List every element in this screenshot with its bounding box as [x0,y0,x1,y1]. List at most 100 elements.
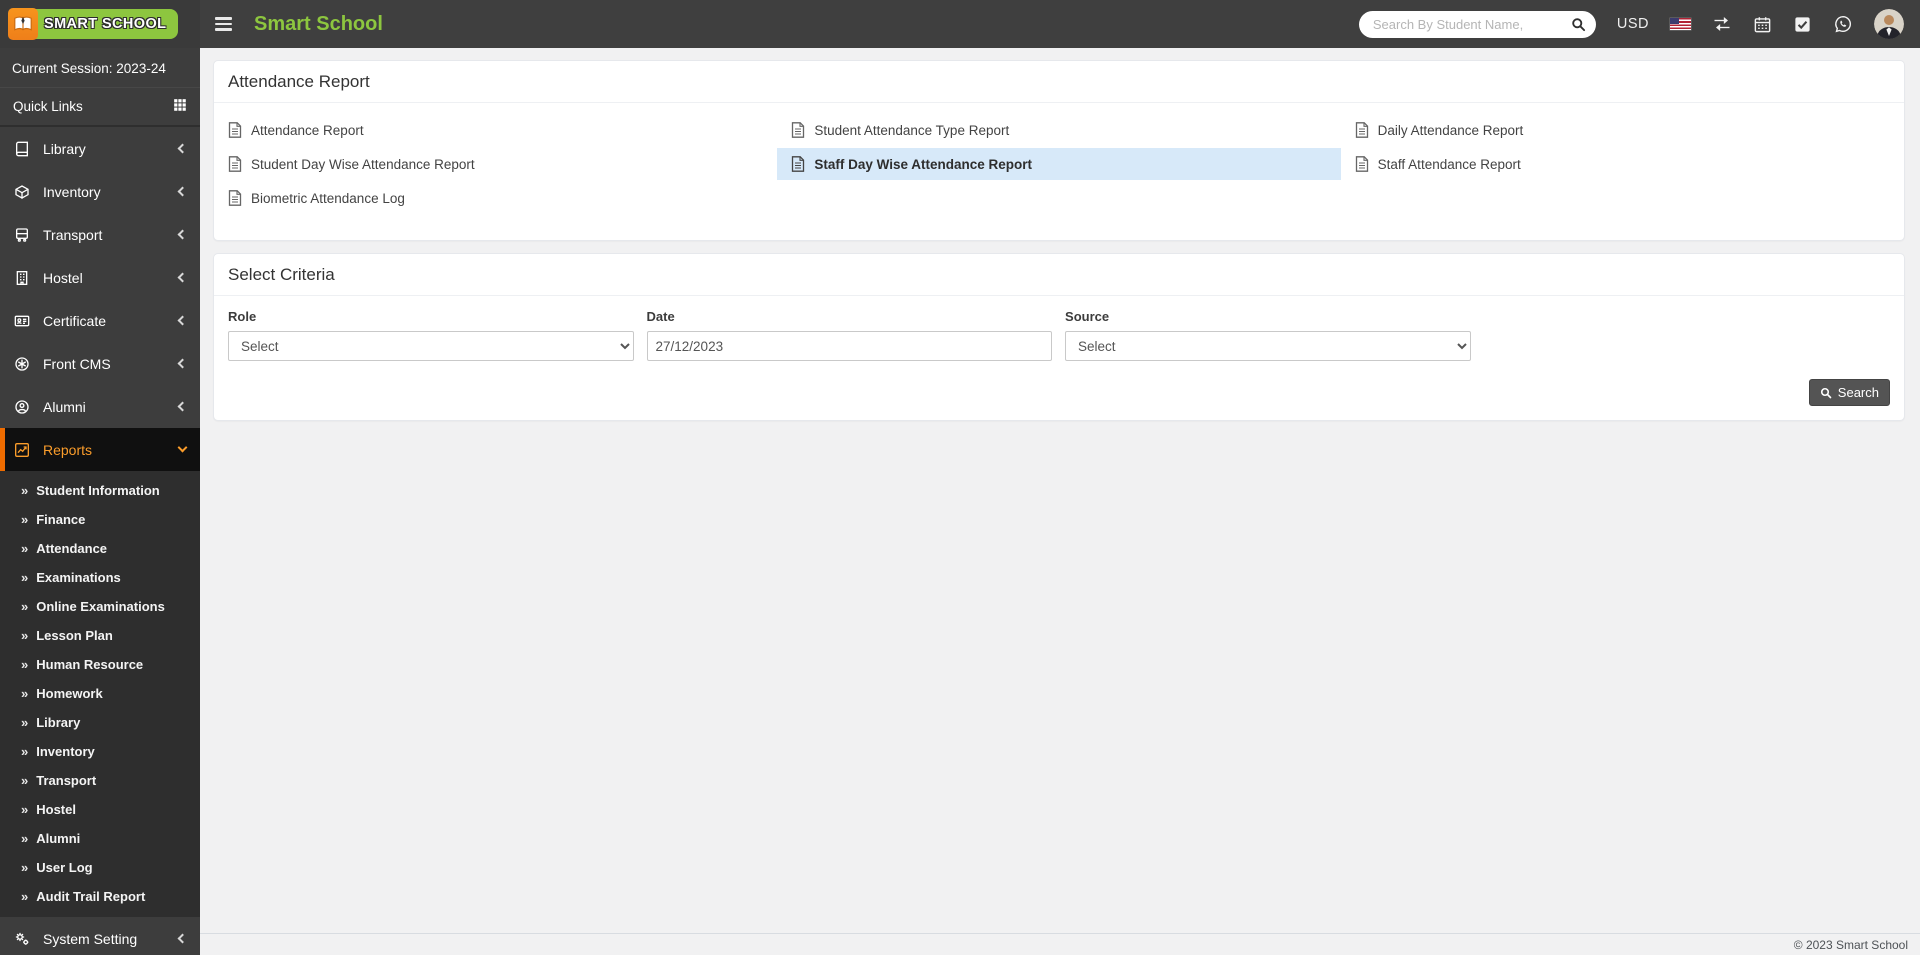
submenu-item-attendance[interactable]: » Attendance [0,534,200,563]
criteria-actions: Search [214,363,1904,420]
submenu-item-inventory[interactable]: » Inventory [0,737,200,766]
file-icon [791,122,805,138]
submenu-item-online-examinations[interactable]: » Online Examinations [0,592,200,621]
whatsapp-icon[interactable] [1833,14,1853,34]
criteria-form: Role Select Date Source Select [214,296,1904,363]
double-chevron-icon: » [21,483,29,498]
file-icon [228,156,242,172]
globe-icon [14,356,31,372]
grid-icon[interactable] [173,98,187,115]
submenu-item-user-log[interactable]: » User Log [0,853,200,882]
sidebar-item-inventory[interactable]: Inventory [0,170,200,213]
submenu-item-student-information[interactable]: » Student Information [0,476,200,505]
chevron-left-icon [177,401,188,412]
submenu-item-audit-trail-report[interactable]: » Audit Trail Report [0,882,200,911]
file-icon [791,156,805,172]
sidebar-item-label: Hostel [43,269,83,286]
double-chevron-icon: » [21,889,29,904]
sidebar-item-certificate[interactable]: Certificate [0,299,200,342]
us-flag-icon[interactable] [1670,18,1691,30]
swap-arrows-icon[interactable] [1712,14,1732,34]
sidebar-item-front-cms[interactable]: Front CMS [0,342,200,385]
link-staff-attendance-report[interactable]: Staff Attendance Report [1341,148,1904,180]
header-search[interactable] [1358,10,1596,38]
logo-text: SMART SCHOOL [44,16,167,32]
source-field: Source Select [1065,309,1471,361]
gears-icon [14,931,31,947]
calendar-icon[interactable] [1753,15,1772,34]
submenu-item-homework[interactable]: » Homework [0,679,200,708]
submenu-item-hostel[interactable]: » Hostel [0,795,200,824]
link-biometric-attendance-log[interactable]: Biometric Attendance Log [214,182,777,214]
link-student-attendance-type-report[interactable]: Student Attendance Type Report [777,114,1340,146]
search-icon[interactable] [1571,17,1586,32]
quick-links[interactable]: Quick Links [0,88,200,127]
id-card-icon [14,313,31,329]
sidebar-item-label: Certificate [43,312,107,329]
submenu-item-transport[interactable]: » Transport [0,766,200,795]
sidebar-item-alumni[interactable]: Alumni [0,385,200,428]
sidebar: Current Session: 2023-24 Quick Links Lib… [0,48,200,955]
top-header: SMART SCHOOL Smart School USD [0,0,1920,48]
search-icon [1820,387,1832,399]
sidebar-item-label: Inventory [43,183,101,200]
link-staff-day-wise-attendance-report[interactable]: Staff Day Wise Attendance Report [777,148,1341,180]
file-icon [1355,156,1369,172]
double-chevron-icon: » [21,599,29,614]
submenu-item-alumni[interactable]: » Alumni [0,824,200,853]
sidebar-item-label: Front CMS [43,355,111,372]
chevron-left-icon [177,186,188,197]
header-actions: USD [1358,9,1920,39]
sidebar-item-hostel[interactable]: Hostel [0,256,200,299]
box-icon [14,184,31,200]
link-daily-attendance-report[interactable]: Daily Attendance Report [1341,114,1904,146]
copyright-text: © 2023 Smart School [1793,937,1908,952]
double-chevron-icon: » [21,541,29,556]
main-content: Attendance Report Attendance Report Stud… [200,48,1920,933]
check-square-icon[interactable] [1793,15,1812,34]
source-select[interactable]: Select [1065,331,1471,361]
hamburger-menu-icon[interactable] [215,17,232,31]
quick-links-label: Quick Links [13,99,83,114]
app-title: Smart School [254,12,383,35]
role-field: Role Select [228,309,634,361]
sidebar-item-transport[interactable]: Transport [0,213,200,256]
submenu-item-lesson-plan[interactable]: » Lesson Plan [0,621,200,650]
double-chevron-icon: » [21,802,29,817]
sidebar-item-reports[interactable]: Reports [0,428,200,471]
search-button[interactable]: Search [1808,379,1890,406]
submenu-item-examinations[interactable]: » Examinations [0,563,200,592]
logo-area[interactable]: SMART SCHOOL [0,0,200,48]
smart-school-logo: SMART SCHOOL [8,8,179,40]
double-chevron-icon: » [21,744,29,759]
double-chevron-icon: » [21,715,29,730]
report-links-grid: Attendance Report Student Attendance Typ… [214,103,1904,240]
file-icon [228,190,242,206]
sidebar-item-label: System Setting [43,930,138,947]
date-field: Date [646,309,1053,361]
sidebar-item-system-setting[interactable]: System Setting [0,917,200,955]
chevron-left-icon [177,229,188,240]
bus-icon [14,227,31,243]
reports-submenu: » Student Information » Finance » Attendanc… [0,471,200,917]
search-input[interactable] [1372,16,1571,32]
double-chevron-icon: » [21,512,29,527]
link-student-day-wise-attendance-report[interactable]: Student Day Wise Attendance Report [214,148,777,180]
submenu-item-human-resource[interactable]: » Human Resource [0,650,200,679]
currency-selector[interactable]: USD [1617,16,1649,32]
submenu-item-finance[interactable]: » Finance [0,505,200,534]
date-label: Date [646,309,675,324]
sidebar-item-library[interactable]: Library [0,127,200,170]
submenu-item-library[interactable]: » Library [0,708,200,737]
double-chevron-icon: » [21,831,29,846]
building-icon [14,270,31,286]
book-icon [14,141,31,157]
date-input[interactable] [646,331,1053,361]
chevron-left-icon [177,933,188,944]
link-attendance-report[interactable]: Attendance Report [214,114,777,146]
user-circle-icon [14,399,31,415]
user-avatar[interactable] [1874,9,1904,39]
role-label: Role [228,309,257,324]
role-select[interactable]: Select [228,331,634,361]
sidebar-item-label: Library [43,140,86,157]
